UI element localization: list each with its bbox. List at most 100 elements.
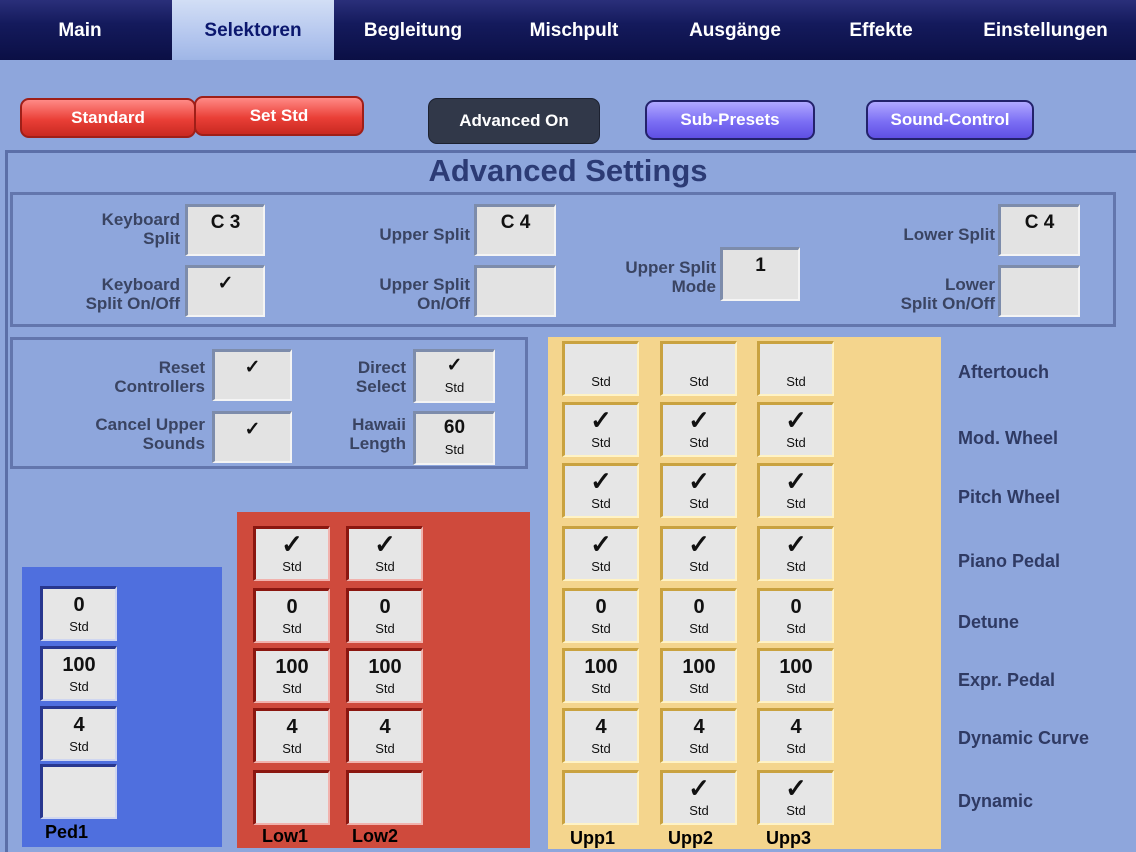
tab-mischpult[interactable]: Mischpult xyxy=(500,0,648,56)
upp1-cell-6[interactable]: 4 Std xyxy=(562,708,639,763)
upp2-cell-value: ✓ xyxy=(688,466,710,496)
ped1-cell-3[interactable] xyxy=(40,764,117,819)
low1-cell-sub: Std xyxy=(282,741,302,756)
upp2-cell-sub: Std xyxy=(689,803,709,818)
upp3-cell-4[interactable]: 0 Std xyxy=(757,588,834,643)
upp3-cell-5[interactable]: 100 Std xyxy=(757,648,834,703)
upp1-cell-1[interactable]: ✓ Std xyxy=(562,402,639,457)
upp3-cell-6[interactable]: 4 Std xyxy=(757,708,834,763)
upp1-cell-value: 100 xyxy=(584,656,618,678)
row-label-pitch-wheel: Pitch Wheel xyxy=(958,487,1061,507)
upp2-cell-value: 0 xyxy=(693,596,705,618)
upp2-cell-sub: Std xyxy=(689,374,709,389)
tab-main[interactable]: Main xyxy=(0,0,160,56)
low2-cell-3[interactable]: 4 Std xyxy=(346,708,423,763)
upp3-cell-3[interactable]: ✓ Std xyxy=(757,526,834,581)
upp3-cell-value: ✓ xyxy=(785,529,807,559)
cancel-upper-sounds-toggle[interactable]: ✓ xyxy=(212,411,292,463)
page-title: Advanced Settings xyxy=(428,153,708,188)
upp1-cell-4[interactable]: 0 Std xyxy=(562,588,639,643)
upp3-cell-1[interactable]: ✓ Std xyxy=(757,402,834,457)
keyboard-split-field[interactable]: C 3 xyxy=(185,204,265,256)
upp1-cell-0[interactable]: Std xyxy=(562,341,639,396)
low2-cell-1[interactable]: 0 Std xyxy=(346,588,423,643)
upp1-cell-2[interactable]: ✓ Std xyxy=(562,463,639,518)
upp2-cell-1[interactable]: ✓ Std xyxy=(660,402,737,457)
low2-cell-4[interactable] xyxy=(346,770,423,825)
upp3-cell-7[interactable]: ✓ Std xyxy=(757,770,834,825)
upp1-cell-value: 4 xyxy=(595,716,607,738)
column-label-low1: Low1 xyxy=(262,826,309,846)
upper-split-onoff-toggle[interactable] xyxy=(474,265,556,317)
upp1-cell-value: ✓ xyxy=(590,466,612,496)
upper-split-mode-field[interactable]: 1 xyxy=(720,247,800,301)
upp3-cell-value: ✓ xyxy=(785,466,807,496)
tab-selektoren[interactable]: Selektoren xyxy=(172,0,334,60)
tab-effekte[interactable]: Effekte xyxy=(820,0,942,56)
upp1-cell-value: 0 xyxy=(595,596,607,618)
upp1-cell-sub: Std xyxy=(591,435,611,450)
low1-cell-4[interactable] xyxy=(253,770,330,825)
ped1-cell-2[interactable]: 4 Std xyxy=(40,706,117,761)
low2-cell-0[interactable]: ✓ Std xyxy=(346,526,423,581)
lower-split-onoff-toggle[interactable] xyxy=(998,265,1080,317)
low1-cell-value: 4 xyxy=(286,716,298,738)
upp2-cell-value: ✓ xyxy=(688,529,710,559)
upp1-cell-3[interactable]: ✓ Std xyxy=(562,526,639,581)
upp1-cell-7[interactable] xyxy=(562,770,639,825)
upp3-cell-sub: Std xyxy=(786,621,806,636)
upper-split-field[interactable]: C 4 xyxy=(474,204,556,256)
sound-control-button[interactable]: Sound-Control xyxy=(866,100,1034,140)
direct-select-toggle[interactable]: ✓ Std xyxy=(413,349,495,403)
advanced-on-button[interactable]: Advanced On xyxy=(428,98,600,144)
keyboard-split-label: Keyboard Split xyxy=(101,210,180,248)
low1-cell-value: 100 xyxy=(275,656,309,678)
sub-presets-button[interactable]: Sub-Presets xyxy=(645,100,815,140)
lower-split-field[interactable]: C 4 xyxy=(998,204,1080,256)
upp2-cell-6[interactable]: 4 Std xyxy=(660,708,737,763)
upp1-cell-sub: Std xyxy=(591,496,611,511)
tab-einstellungen[interactable]: Einstellungen xyxy=(955,0,1136,56)
upp1-cell-sub: Std xyxy=(591,681,611,696)
upper-split-label: Upper Split xyxy=(379,225,470,244)
upp2-cell-sub: Std xyxy=(689,681,709,696)
cancel-upper-sounds-label: Cancel Upper Sounds xyxy=(95,415,205,453)
upp2-cell-sub: Std xyxy=(689,559,709,574)
keyboard-split-onoff-toggle[interactable]: ✓ xyxy=(185,265,265,317)
hawaii-length-field[interactable]: 60 Std xyxy=(413,411,495,465)
row-label-detune: Detune xyxy=(958,612,1020,632)
upp3-cell-0[interactable]: Std xyxy=(757,341,834,396)
upp2-cell-2[interactable]: ✓ Std xyxy=(660,463,737,518)
upp1-cell-sub: Std xyxy=(591,621,611,636)
tab-ausgaenge[interactable]: Ausgänge xyxy=(660,0,810,56)
row-label-mod-wheel: Mod. Wheel xyxy=(958,428,1058,448)
upp2-cell-4[interactable]: 0 Std xyxy=(660,588,737,643)
low2-cell-sub: Std xyxy=(375,681,395,696)
upp2-cell-7[interactable]: ✓ Std xyxy=(660,770,737,825)
set-std-button[interactable]: Set Std xyxy=(194,96,364,136)
upp2-cell-3[interactable]: ✓ Std xyxy=(660,526,737,581)
row-label-expr-pedal: Expr. Pedal xyxy=(958,670,1056,690)
keyboard-split-onoff-label: Keyboard Split On/Off xyxy=(85,275,180,313)
ped1-cell-sub: Std xyxy=(69,679,89,694)
standard-button[interactable]: Standard xyxy=(20,98,196,138)
low1-cell-0[interactable]: ✓ Std xyxy=(253,526,330,581)
upp1-cell-5[interactable]: 100 Std xyxy=(562,648,639,703)
tab-begleitung[interactable]: Begleitung xyxy=(334,0,492,56)
upp3-cell-2[interactable]: ✓ Std xyxy=(757,463,834,518)
low1-cell-1[interactable]: 0 Std xyxy=(253,588,330,643)
upp1-cell-sub: Std xyxy=(591,741,611,756)
low1-cell-3[interactable]: 4 Std xyxy=(253,708,330,763)
upp2-cell-0[interactable]: Std xyxy=(660,341,737,396)
ped1-cell-0[interactable]: 0 Std xyxy=(40,586,117,641)
lower-split-label: Lower Split xyxy=(903,225,995,244)
row-label-dynamic: Dynamic xyxy=(958,791,1034,811)
low2-cell-2[interactable]: 100 Std xyxy=(346,648,423,703)
upp3-cell-value: ✓ xyxy=(785,405,807,435)
upp2-cell-5[interactable]: 100 Std xyxy=(660,648,737,703)
reset-controllers-toggle[interactable]: ✓ xyxy=(212,349,292,401)
ped1-cell-1[interactable]: 100 Std xyxy=(40,646,117,701)
upp3-cell-sub: Std xyxy=(786,681,806,696)
low1-cell-value: ✓ xyxy=(281,529,303,559)
low1-cell-2[interactable]: 100 Std xyxy=(253,648,330,703)
